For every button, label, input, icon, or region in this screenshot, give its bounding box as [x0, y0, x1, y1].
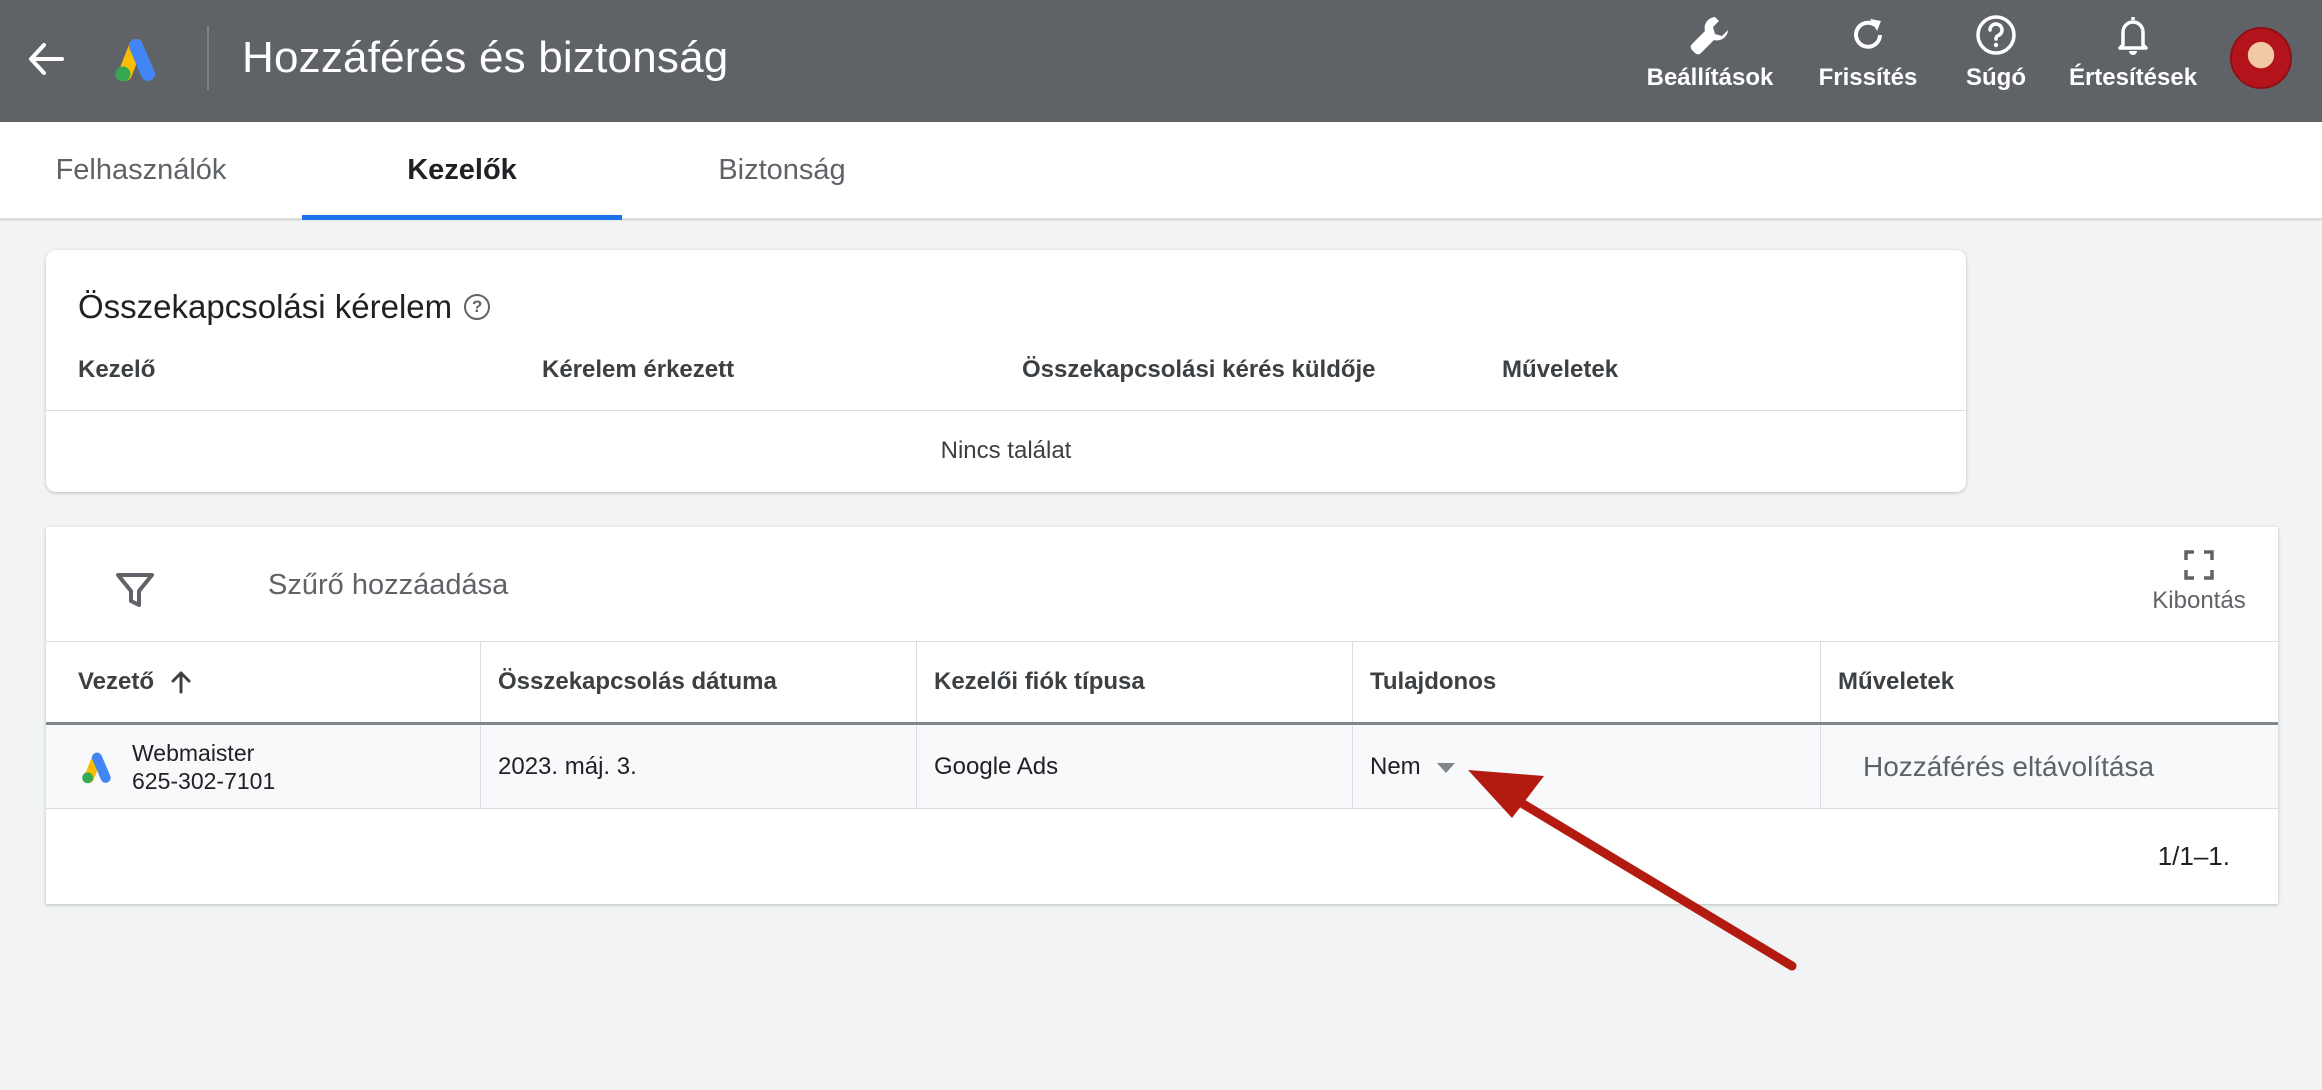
manager-id: 625-302-7101	[132, 767, 276, 794]
managers-table: Vezető Összekapcsolás dátuma Kezelői fió…	[46, 641, 2278, 809]
help-icon[interactable]: ?	[464, 294, 491, 320]
account-avatar[interactable]	[2230, 27, 2292, 89]
tab-managers[interactable]: Kezelők	[302, 122, 622, 220]
top-app-bar: Hozzáférés és biztonság Beállítások Fris…	[0, 0, 2322, 122]
notifications-button[interactable]: Értesítések	[2068, 6, 2198, 116]
link-requests-heading: Összekapcsolási kérelem ?	[78, 288, 491, 326]
remove-access-button[interactable]: Hozzáférés eltávolítása	[1838, 751, 2154, 783]
fullscreen-icon	[2184, 550, 2214, 580]
notifications-label: Értesítések	[2068, 64, 2198, 91]
managers-table-card: Szűrő hozzáadása Kibontás Vezető Összeka…	[46, 527, 2278, 904]
bell-icon	[2114, 10, 2152, 60]
column-header-request-received: Kérelem érkezett	[542, 356, 735, 383]
sort-ascending-icon	[171, 671, 191, 694]
wrench-icon	[1688, 10, 1732, 60]
column-header-leader-label: Vezető	[78, 668, 155, 695]
refresh-icon	[1848, 10, 1888, 60]
refresh-button[interactable]: Frissítés	[1818, 6, 1918, 116]
tab-bar: Felhasználók Kezelők Biztonság	[0, 122, 2322, 220]
column-header-actions: Műveletek	[1820, 642, 2278, 722]
column-header-link-date[interactable]: Összekapcsolás dátuma	[480, 642, 916, 722]
back-arrow-icon[interactable]	[22, 35, 70, 83]
google-ads-logo-icon	[110, 34, 162, 84]
table-header-row: Vezető Összekapcsolás dátuma Kezelői fió…	[46, 641, 2278, 725]
manager-cell: Webmaister 625-302-7101	[46, 725, 480, 808]
owner-cell: Nem	[1352, 725, 1820, 808]
manager-name: Webmaister	[132, 739, 255, 766]
link-requests-title: Összekapcsolási kérelem	[78, 288, 453, 325]
dropdown-caret-icon	[1436, 762, 1455, 773]
pagination-text: 1/1–1.	[2157, 841, 2230, 871]
refresh-label: Frissítés	[1818, 64, 1918, 91]
settings-label: Beállítások	[1646, 64, 1774, 91]
link-requests-card: Összekapcsolási kérelem ? Kezelő Kérelem…	[46, 250, 1966, 492]
header-divider	[207, 26, 209, 90]
table-row: Webmaister 625-302-7101 2023. máj. 3. Go…	[46, 725, 2278, 809]
help-button[interactable]: Súgó	[1960, 6, 2032, 116]
add-filter-button[interactable]: Szűrő hozzáadása	[268, 569, 508, 602]
help-circle-icon	[1975, 10, 2017, 60]
expand-label: Kibontás	[2152, 587, 2246, 614]
link-date-cell: 2023. máj. 3.	[480, 725, 916, 808]
tab-security[interactable]: Biztonság	[622, 122, 942, 219]
settings-button[interactable]: Beállítások	[1645, 6, 1775, 116]
column-header-actions: Műveletek	[1502, 356, 1619, 383]
expand-button[interactable]: Kibontás	[2144, 549, 2254, 615]
column-header-account-type[interactable]: Kezelői fiók típusa	[916, 642, 1352, 722]
actions-cell: Hozzáférés eltávolítása	[1820, 725, 2278, 808]
column-header-leader[interactable]: Vezető	[46, 642, 480, 722]
empty-state-text: Nincs találat	[940, 437, 1072, 464]
column-header-request-sender: Összekapcsolási kérés küldője	[1022, 356, 1376, 383]
page-title: Hozzáférés és biztonság	[242, 33, 729, 82]
owner-value: Nem	[1370, 752, 1421, 780]
owner-dropdown[interactable]: Nem	[1370, 753, 1455, 781]
filter-icon[interactable]	[112, 567, 158, 613]
google-ads-logo-icon	[82, 752, 111, 783]
tab-users[interactable]: Felhasználók	[0, 122, 282, 219]
column-header-owner[interactable]: Tulajdonos	[1352, 642, 1820, 722]
column-header-manager: Kezelő	[78, 356, 156, 383]
help-label: Súgó	[1966, 64, 2026, 91]
account-type-cell: Google Ads	[916, 725, 1352, 808]
